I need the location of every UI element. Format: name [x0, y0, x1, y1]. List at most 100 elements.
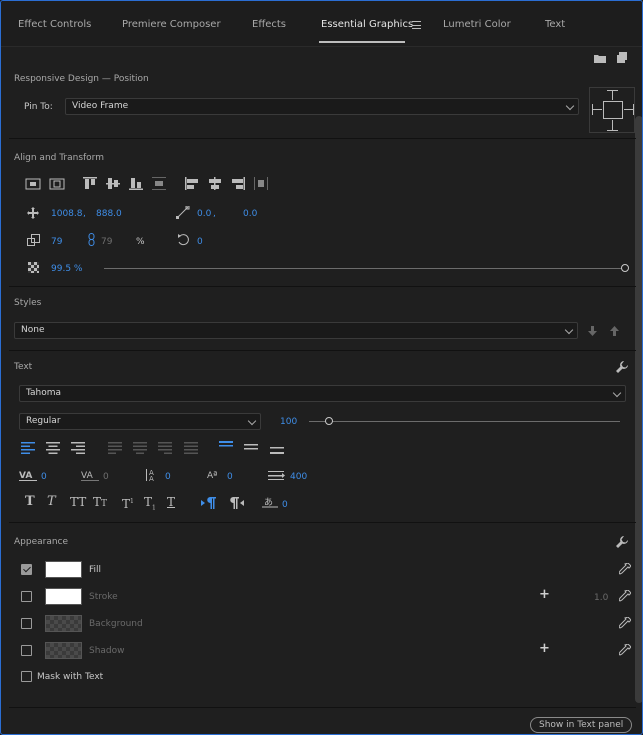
- stroke-checkbox[interactable]: [21, 591, 32, 602]
- anchor-x-value[interactable]: 0.0: [197, 209, 211, 219]
- tsume-value[interactable]: 0: [282, 500, 288, 510]
- pin-edges-widget[interactable]: [589, 87, 635, 133]
- pin-left-handle[interactable]: [592, 109, 602, 110]
- mask-with-text-label: Mask with Text: [37, 672, 104, 682]
- faux-italic-icon[interactable]: T: [47, 495, 56, 508]
- align-middle-icon[interactable]: [106, 177, 120, 190]
- active-tab-indicator: [319, 41, 405, 43]
- subscript-icon[interactable]: T1: [144, 496, 156, 513]
- align-text-top-icon[interactable]: [219, 441, 233, 453]
- anchor-y-value[interactable]: 0.0: [243, 209, 257, 219]
- underline-icon[interactable]: T: [167, 496, 175, 508]
- eyedropper-icon[interactable]: [619, 563, 631, 575]
- eyedropper-icon[interactable]: [619, 590, 631, 602]
- rotation-value[interactable]: 0: [197, 237, 203, 247]
- align-text-right-icon[interactable]: [71, 442, 85, 454]
- pin-top-handle[interactable]: [612, 90, 613, 100]
- scale-value[interactable]: 79: [51, 237, 62, 247]
- align-text-vcenter-icon[interactable]: [244, 444, 258, 452]
- distribute-horizontal-icon[interactable]: [254, 177, 268, 190]
- justify-last-center-icon[interactable]: [133, 442, 147, 454]
- svg-text:VA: VA: [19, 471, 32, 481]
- superscript-icon[interactable]: T1: [122, 497, 134, 510]
- scale-unit: %: [136, 237, 145, 247]
- align-text-bottom-icon[interactable]: [270, 446, 284, 455]
- faux-bold-icon[interactable]: T: [25, 495, 35, 508]
- mask-with-text-checkbox[interactable]: [21, 671, 32, 682]
- align-text-left-icon[interactable]: [21, 442, 35, 454]
- distribute-vertical-icon[interactable]: [152, 177, 166, 190]
- panel-scrollbar[interactable]: [635, 116, 642, 703]
- align-top-icon[interactable]: [83, 177, 97, 190]
- svg-text:VA: VA: [81, 471, 94, 481]
- add-shadow-icon[interactable]: +: [539, 642, 550, 655]
- font-size-slider-knob[interactable]: [324, 417, 333, 425]
- fill-color-swatch[interactable]: [45, 561, 82, 578]
- tab-effect-controls[interactable]: Effect Controls: [18, 19, 91, 30]
- tab-effects[interactable]: Effects: [252, 19, 286, 30]
- opacity-value[interactable]: 99.5 %: [51, 264, 82, 274]
- chevron-down-icon: [564, 325, 574, 335]
- show-in-text-panel-button[interactable]: Show in Text panel: [530, 717, 633, 733]
- position-y-value[interactable]: 888.0: [96, 209, 122, 219]
- tab-text[interactable]: Text: [545, 19, 565, 30]
- panel-menu-icon[interactable]: [412, 21, 421, 29]
- justify-all-icon[interactable]: [184, 442, 198, 454]
- eyedropper-icon[interactable]: [619, 644, 631, 656]
- tab-lumetri-color[interactable]: Lumetri Color: [443, 19, 511, 30]
- small-caps-icon[interactable]: TT: [93, 496, 107, 509]
- font-size-slider-track[interactable]: [309, 421, 620, 422]
- rotation-icon: [177, 233, 191, 246]
- push-style-up-icon[interactable]: [610, 326, 619, 336]
- stroke-color-swatch[interactable]: [45, 588, 82, 605]
- background-checkbox[interactable]: [21, 618, 32, 629]
- kerning-value[interactable]: 0: [41, 472, 47, 482]
- align-horizontal-center-icon[interactable]: [49, 178, 65, 190]
- font-style-dropdown[interactable]: Regular: [19, 413, 261, 430]
- add-stroke-icon[interactable]: +: [539, 588, 550, 601]
- styles-dropdown[interactable]: None: [14, 322, 578, 339]
- tab-essential-graphics[interactable]: Essential Graphics: [321, 19, 413, 30]
- link-scale-icon[interactable]: [88, 233, 95, 246]
- tab-premiere-composer[interactable]: Premiere Composer: [122, 19, 221, 30]
- leading-value[interactable]: 0: [165, 472, 171, 482]
- align-bottom-icon[interactable]: [129, 177, 143, 190]
- rtl-direction-icon[interactable]: [228, 497, 244, 509]
- align-right-icon[interactable]: [231, 177, 245, 190]
- wrench-icon[interactable]: [616, 536, 628, 548]
- push-style-down-icon[interactable]: [588, 326, 597, 336]
- justify-last-right-icon[interactable]: [158, 442, 172, 454]
- all-caps-icon[interactable]: TT: [70, 496, 86, 508]
- align-vertical-center-icon[interactable]: [25, 178, 41, 190]
- pin-left-cap: [592, 104, 593, 115]
- tab-width-value[interactable]: 400: [290, 472, 307, 482]
- background-color-swatch[interactable]: [45, 615, 82, 632]
- font-family-dropdown[interactable]: Tahoma: [19, 385, 626, 402]
- font-size-value[interactable]: 100: [280, 417, 297, 427]
- pin-to-label: Pin To:: [24, 102, 53, 112]
- align-center-icon[interactable]: [208, 177, 222, 190]
- shadow-color-swatch[interactable]: [45, 642, 82, 659]
- shadow-checkbox[interactable]: [21, 645, 32, 656]
- pin-to-dropdown[interactable]: Video Frame: [65, 98, 579, 115]
- align-text-center-icon[interactable]: [46, 442, 60, 454]
- essential-graphics-panel: Effect Controls Premiere Composer Effect…: [0, 0, 643, 735]
- align-left-icon[interactable]: [185, 177, 199, 190]
- opacity-slider-knob[interactable]: [621, 264, 629, 272]
- baseline-shift-value[interactable]: 0: [227, 472, 233, 482]
- align-transform-title: Align and Transform: [14, 153, 104, 163]
- position-x-value[interactable]: 1008.8: [51, 209, 83, 219]
- ltr-direction-icon[interactable]: [201, 497, 217, 509]
- wrench-icon[interactable]: [616, 361, 628, 373]
- shadow-label: Shadow: [89, 646, 125, 656]
- justify-last-left-icon[interactable]: [108, 442, 122, 454]
- eyedropper-icon[interactable]: [619, 617, 631, 629]
- fill-checkbox[interactable]: [21, 564, 32, 575]
- new-layer-icon[interactable]: [617, 52, 627, 63]
- tracking-value: 0: [103, 472, 109, 482]
- stroke-width-value[interactable]: 1.0: [594, 593, 608, 603]
- anchor-point-icon: [176, 206, 190, 219]
- new-folder-icon[interactable]: [594, 53, 606, 63]
- pin-bottom-handle[interactable]: [612, 120, 613, 130]
- opacity-slider-track[interactable]: [104, 268, 622, 269]
